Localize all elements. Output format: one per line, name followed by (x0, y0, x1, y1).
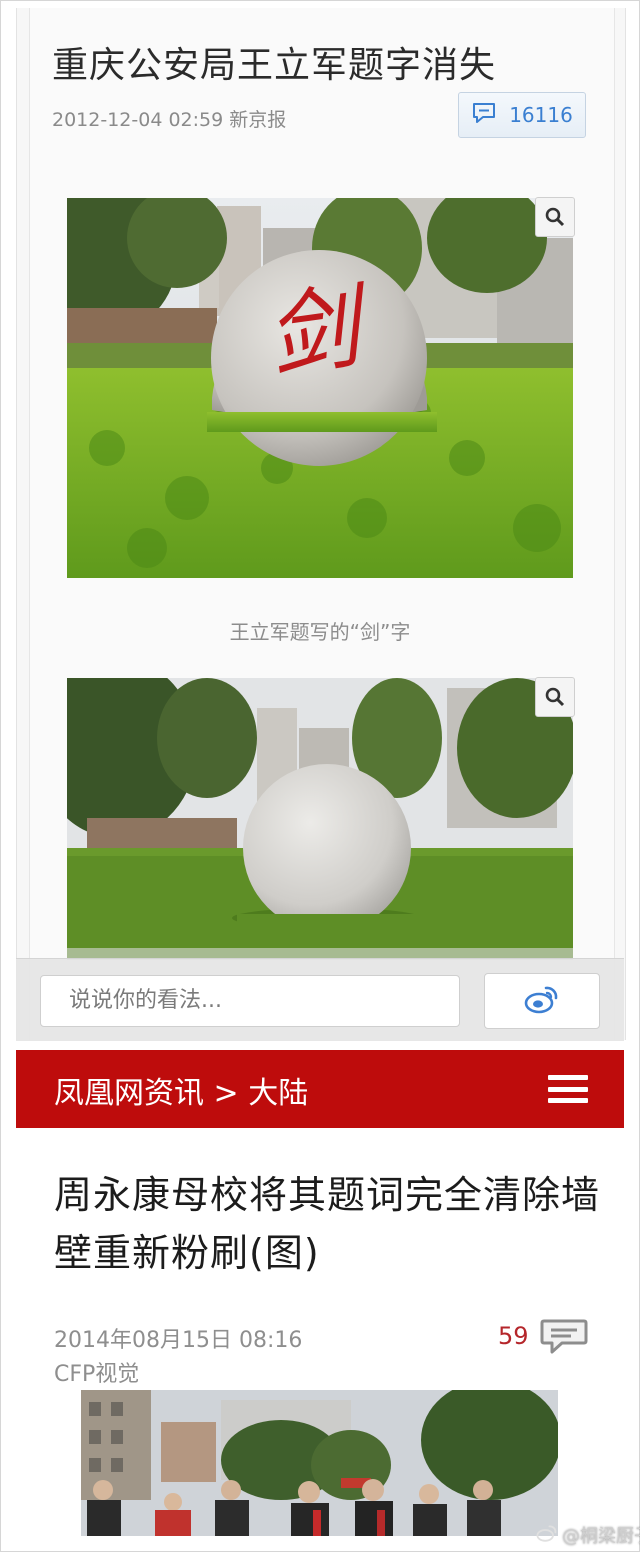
article-1-meta: 2012-12-04 02:59 新京报 (52, 109, 287, 131)
stone-photo-with-inscription[interactable]: 剑 (67, 198, 573, 578)
watermark: @桐梁厨子 (536, 1522, 640, 1548)
breadcrumb[interactable]: 凤凰网资讯 > 大陆 (54, 1068, 308, 1112)
article-2-title: 周永康母校将其题词完全清除墙壁重新粉刷(图) (54, 1173, 601, 1275)
comment-bar: 说说你的看法... (16, 958, 624, 1041)
comment-input[interactable]: 说说你的看法... (40, 975, 460, 1027)
article-1-comments-button[interactable]: 16116 (458, 92, 586, 138)
weibo-logo-icon (536, 1524, 558, 1547)
article-2-date: 2014年08月15日 08:16 (54, 1328, 303, 1353)
article-1-comment-count: 16116 (509, 103, 573, 127)
officials-photo[interactable] (81, 1390, 558, 1536)
speech-bubble-icon (471, 102, 497, 128)
magnifier-icon[interactable] (535, 197, 575, 237)
photo-caption: 王立军题写的“剑”字 (229, 620, 411, 644)
speech-bubble-icon[interactable] (540, 1318, 588, 1360)
blank-stone-photo[interactable] (67, 678, 573, 960)
watermark-text: @桐梁厨子 (562, 1526, 640, 1547)
article-2-comment-count[interactable]: 59 (498, 1322, 529, 1350)
weibo-share-button[interactable] (484, 973, 600, 1029)
article-2-source: CFP视觉 (54, 1362, 140, 1387)
article-1-title: 重庆公安局王立军题字消失 (52, 45, 497, 86)
hamburger-menu-icon[interactable] (548, 1075, 588, 1103)
weibo-logo-icon (524, 984, 560, 1018)
magnifier-icon[interactable] (535, 677, 575, 717)
section-header-bar: 凤凰网资讯 > 大陆 (16, 1050, 624, 1128)
